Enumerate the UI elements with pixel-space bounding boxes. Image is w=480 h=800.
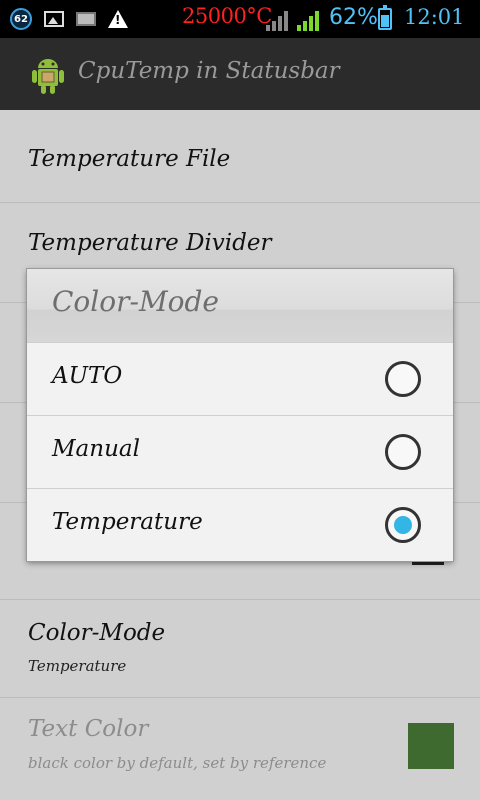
android-robot-icon: [32, 59, 64, 94]
option-temperature[interactable]: Temperature: [27, 488, 453, 561]
pref-text-color[interactable]: Text Color black color by default, set b…: [0, 698, 480, 800]
action-bar: CpuTemp in Statusbar: [0, 38, 480, 110]
radio-button[interactable]: [385, 434, 421, 470]
option-label: AUTO: [52, 363, 123, 389]
status-icons-left: 62: [10, 6, 128, 32]
image-icon: [44, 11, 64, 27]
app-title: CpuTemp in Statusbar: [78, 58, 340, 84]
color-mode-dialog: Color-Mode AUTO Manual Temperature: [27, 269, 453, 561]
dialog-title: Color-Mode: [52, 285, 219, 318]
pref-title: Color-Mode: [28, 620, 166, 646]
option-label: Temperature: [52, 509, 203, 535]
warning-icon: [108, 10, 128, 28]
color-swatch[interactable]: [408, 723, 454, 769]
radio-button[interactable]: [385, 361, 421, 397]
pref-title: Temperature File: [28, 146, 231, 172]
signal-icon: [297, 9, 323, 31]
pref-title: Temperature Divider: [28, 230, 272, 256]
pref-summary: Temperature: [28, 657, 127, 675]
pref-title: Text Color: [28, 716, 149, 742]
option-auto[interactable]: AUTO: [27, 342, 453, 415]
option-manual[interactable]: Manual: [27, 415, 453, 488]
battery-percent: 62%: [329, 5, 378, 30]
pref-summary: black color by default, set by reference: [28, 754, 327, 772]
pref-temperature-file[interactable]: Temperature File: [0, 110, 480, 203]
status-temperature: 25000°C: [182, 4, 272, 28]
dialog-header: Color-Mode: [27, 269, 453, 342]
signal-icon: [266, 9, 292, 31]
clock-time: 12:01: [404, 5, 465, 29]
count-badge-icon: 62: [10, 8, 32, 30]
status-bar: 62 25000°C 62% 12:01 PM: [0, 0, 480, 51]
film-icon: [76, 12, 96, 26]
radio-button[interactable]: [385, 507, 421, 543]
option-label: Manual: [52, 436, 140, 462]
pref-color-mode[interactable]: Color-Mode Temperature: [0, 600, 480, 698]
battery-icon: [378, 5, 392, 30]
